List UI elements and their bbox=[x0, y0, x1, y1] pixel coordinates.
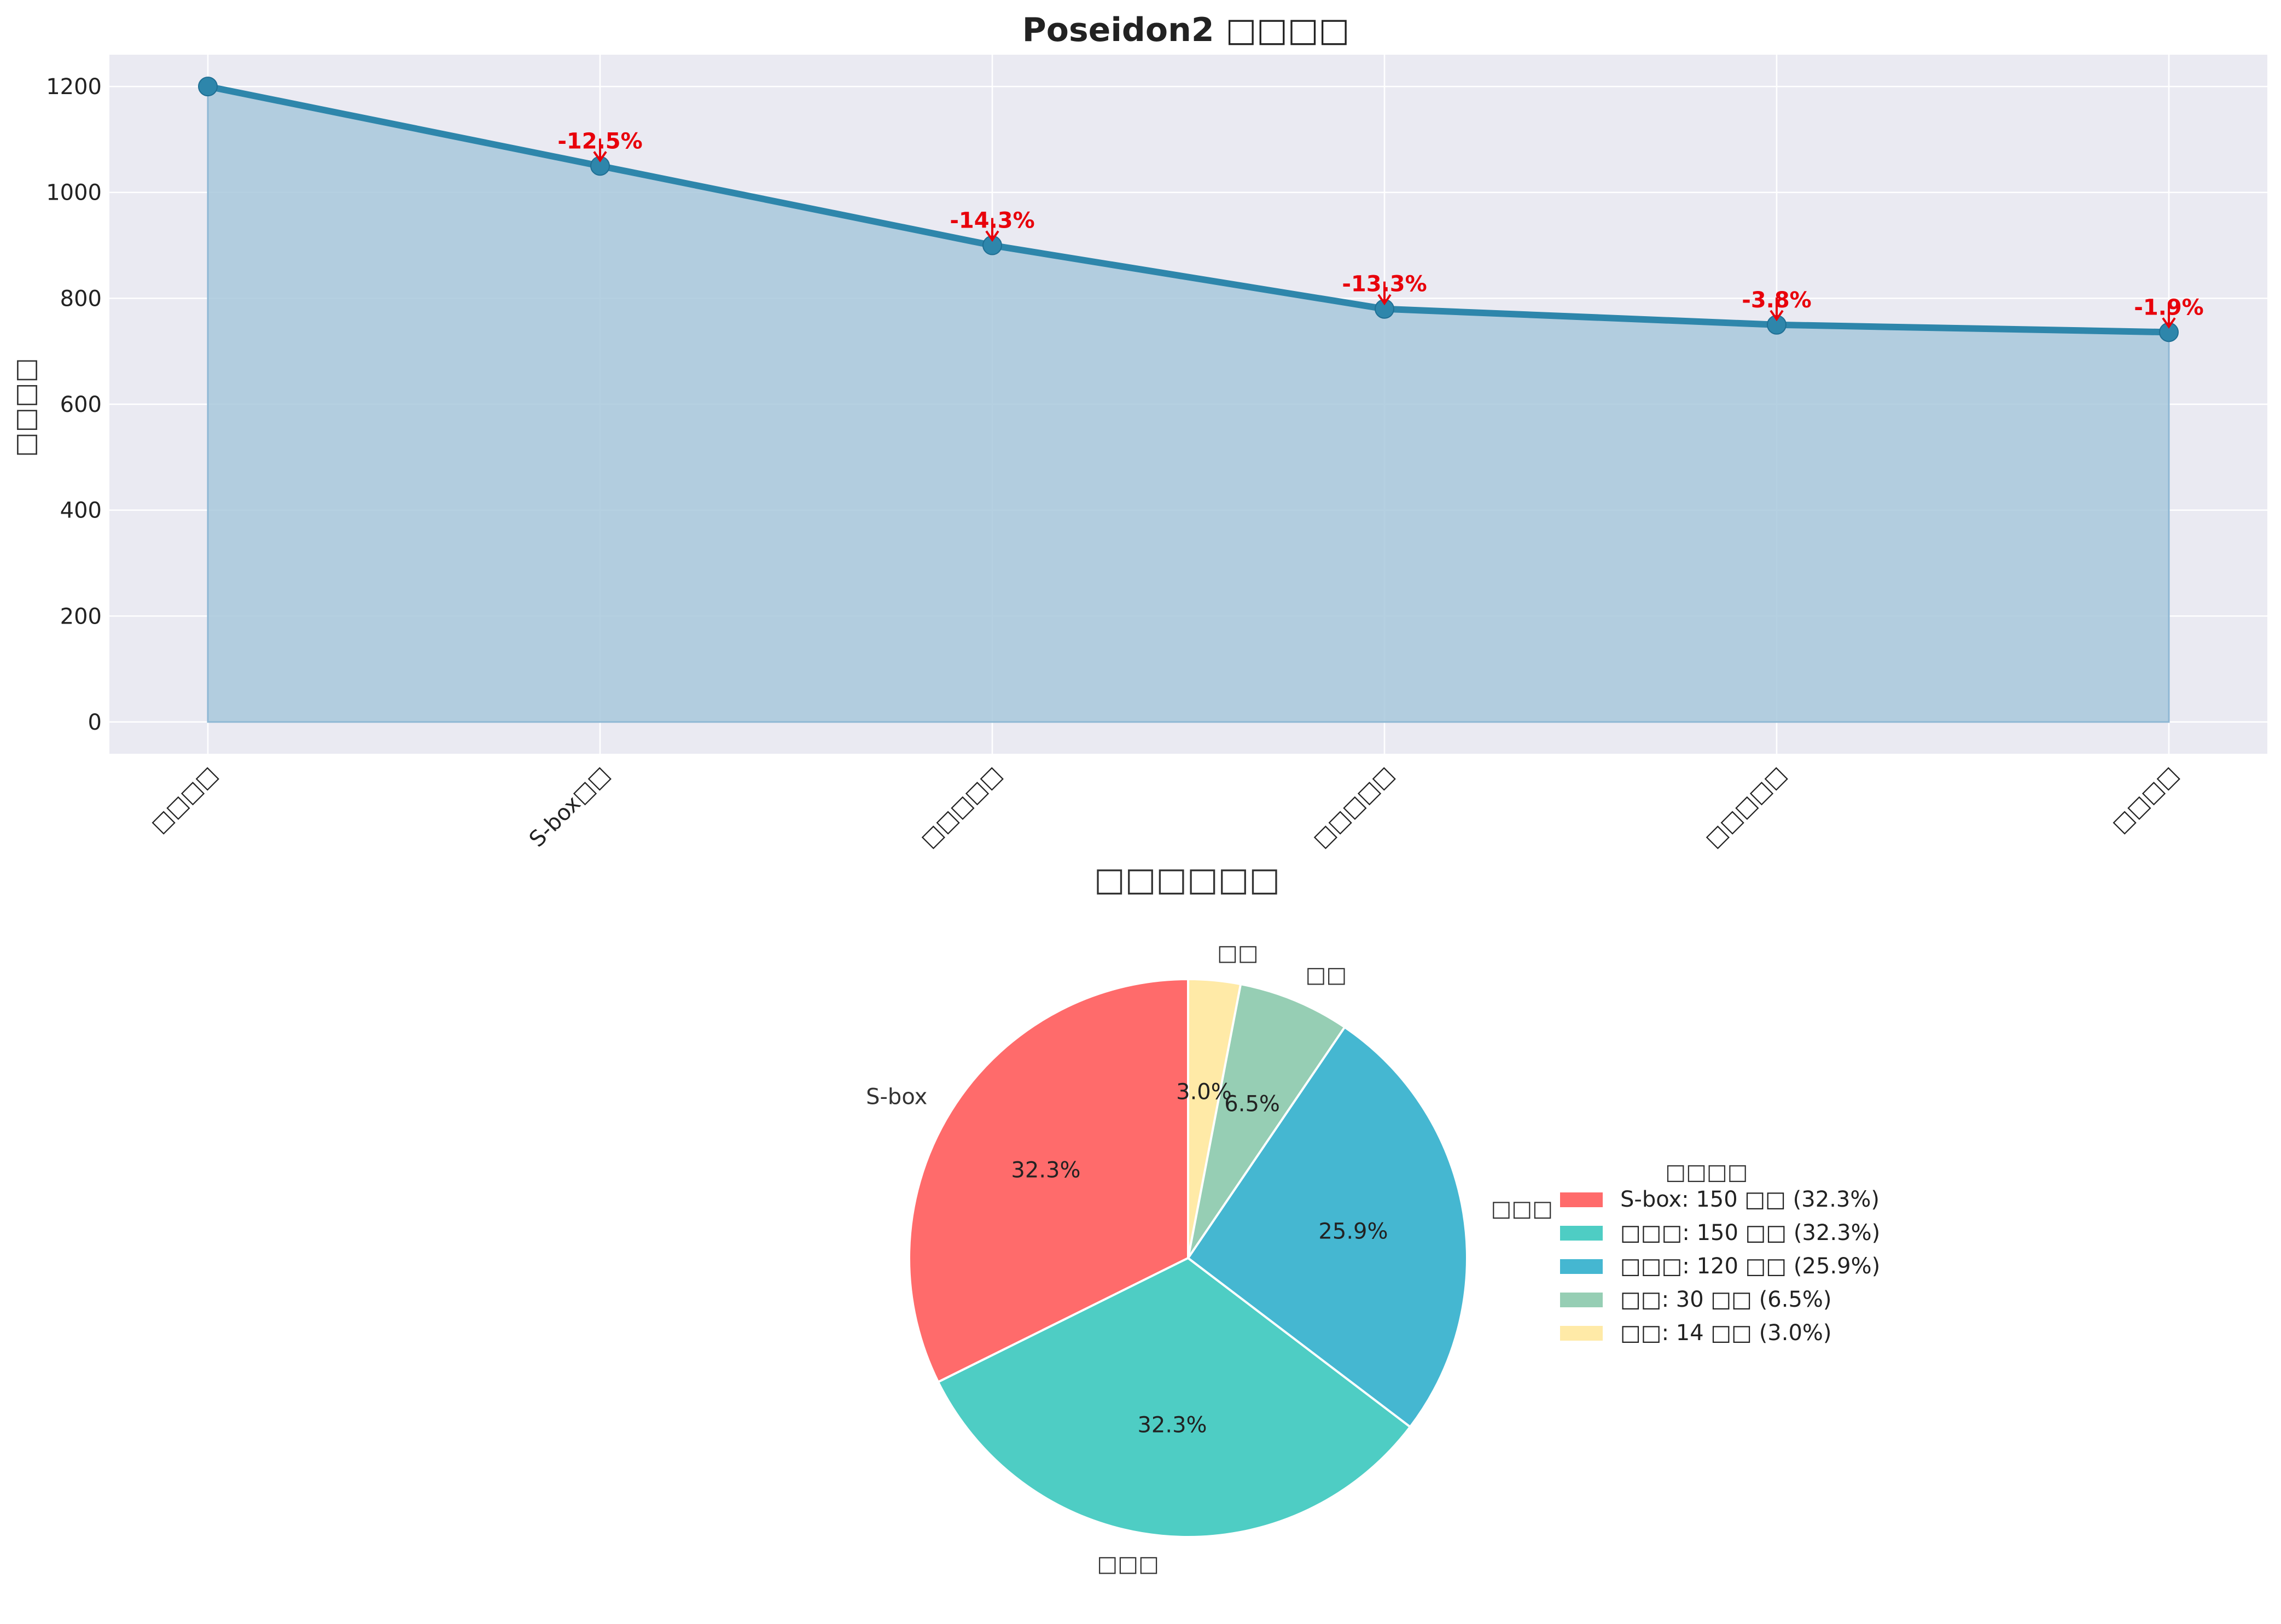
pie-slice-label: □□ bbox=[1217, 941, 1259, 966]
legend-entry: □□□: 120 □□ (25.9%) bbox=[1620, 1254, 1880, 1279]
pie-percent-label: 3.0% bbox=[1176, 1079, 1232, 1104]
annotation-label: -1.9% bbox=[2134, 295, 2204, 320]
pie-slice-label: S-box bbox=[866, 1084, 927, 1109]
pie-slice-label: □□□ bbox=[1491, 1196, 1553, 1221]
y-tick-label: 600 bbox=[60, 392, 102, 417]
pie-percent-label: 6.5% bbox=[1224, 1091, 1280, 1116]
figure: Poseidon2 □□□□ □□□□ -12.5%-14.3%-13.3%-3… bbox=[0, 0, 2281, 1624]
y-tick-label: 0 bbox=[88, 710, 102, 735]
annotation-label: -3.8% bbox=[1742, 288, 1812, 313]
area-chart: Poseidon2 □□□□ □□□□ -12.5% -14.3% -13.3% -3… bbox=[10, 11, 2267, 853]
y-tick-label: 1000 bbox=[46, 181, 102, 206]
annotation-label: -14.3% bbox=[950, 208, 1034, 234]
pie-percent-label: 32.3% bbox=[1011, 1158, 1080, 1183]
pie-slice-label: □□ bbox=[1306, 963, 1347, 988]
y-tick-label: 800 bbox=[60, 286, 102, 311]
data-point bbox=[198, 77, 218, 97]
pie-percent-label: 32.3% bbox=[1137, 1413, 1207, 1438]
legend-swatch bbox=[1560, 1326, 1603, 1341]
annotation-label: -12.5% bbox=[557, 129, 642, 154]
legend-entry: □□: 14 □□ (3.0%) bbox=[1620, 1320, 1832, 1346]
pie-percent-label: 25.9% bbox=[1318, 1219, 1388, 1244]
area-chart-title: Poseidon2 □□□□ bbox=[1022, 11, 1349, 49]
y-tick-label: 400 bbox=[60, 498, 102, 523]
legend-swatch bbox=[1560, 1226, 1603, 1241]
legend-swatch bbox=[1560, 1259, 1603, 1274]
legend-entry: □□: 30 □□ (6.5%) bbox=[1620, 1287, 1832, 1312]
pie-slice-label: □□□ bbox=[1097, 1551, 1159, 1576]
legend-title: □□□□ bbox=[1665, 1160, 1748, 1185]
y-tick-label: 200 bbox=[60, 604, 102, 629]
legend-swatch bbox=[1560, 1192, 1603, 1207]
pie-slices bbox=[908, 977, 1469, 1538]
y-axis-label: □□□□ bbox=[10, 358, 40, 457]
legend-entry: □□□: 150 □□ (32.3%) bbox=[1620, 1220, 1880, 1245]
pie-chart-title: □□□□□□ bbox=[1094, 860, 1280, 899]
y-tick-label: 1200 bbox=[46, 74, 102, 100]
annotation-label: -13.3% bbox=[1342, 272, 1427, 297]
legend-swatch bbox=[1560, 1293, 1603, 1307]
legend-entry: S-box: 150 □□ (32.3%) bbox=[1620, 1187, 1880, 1212]
